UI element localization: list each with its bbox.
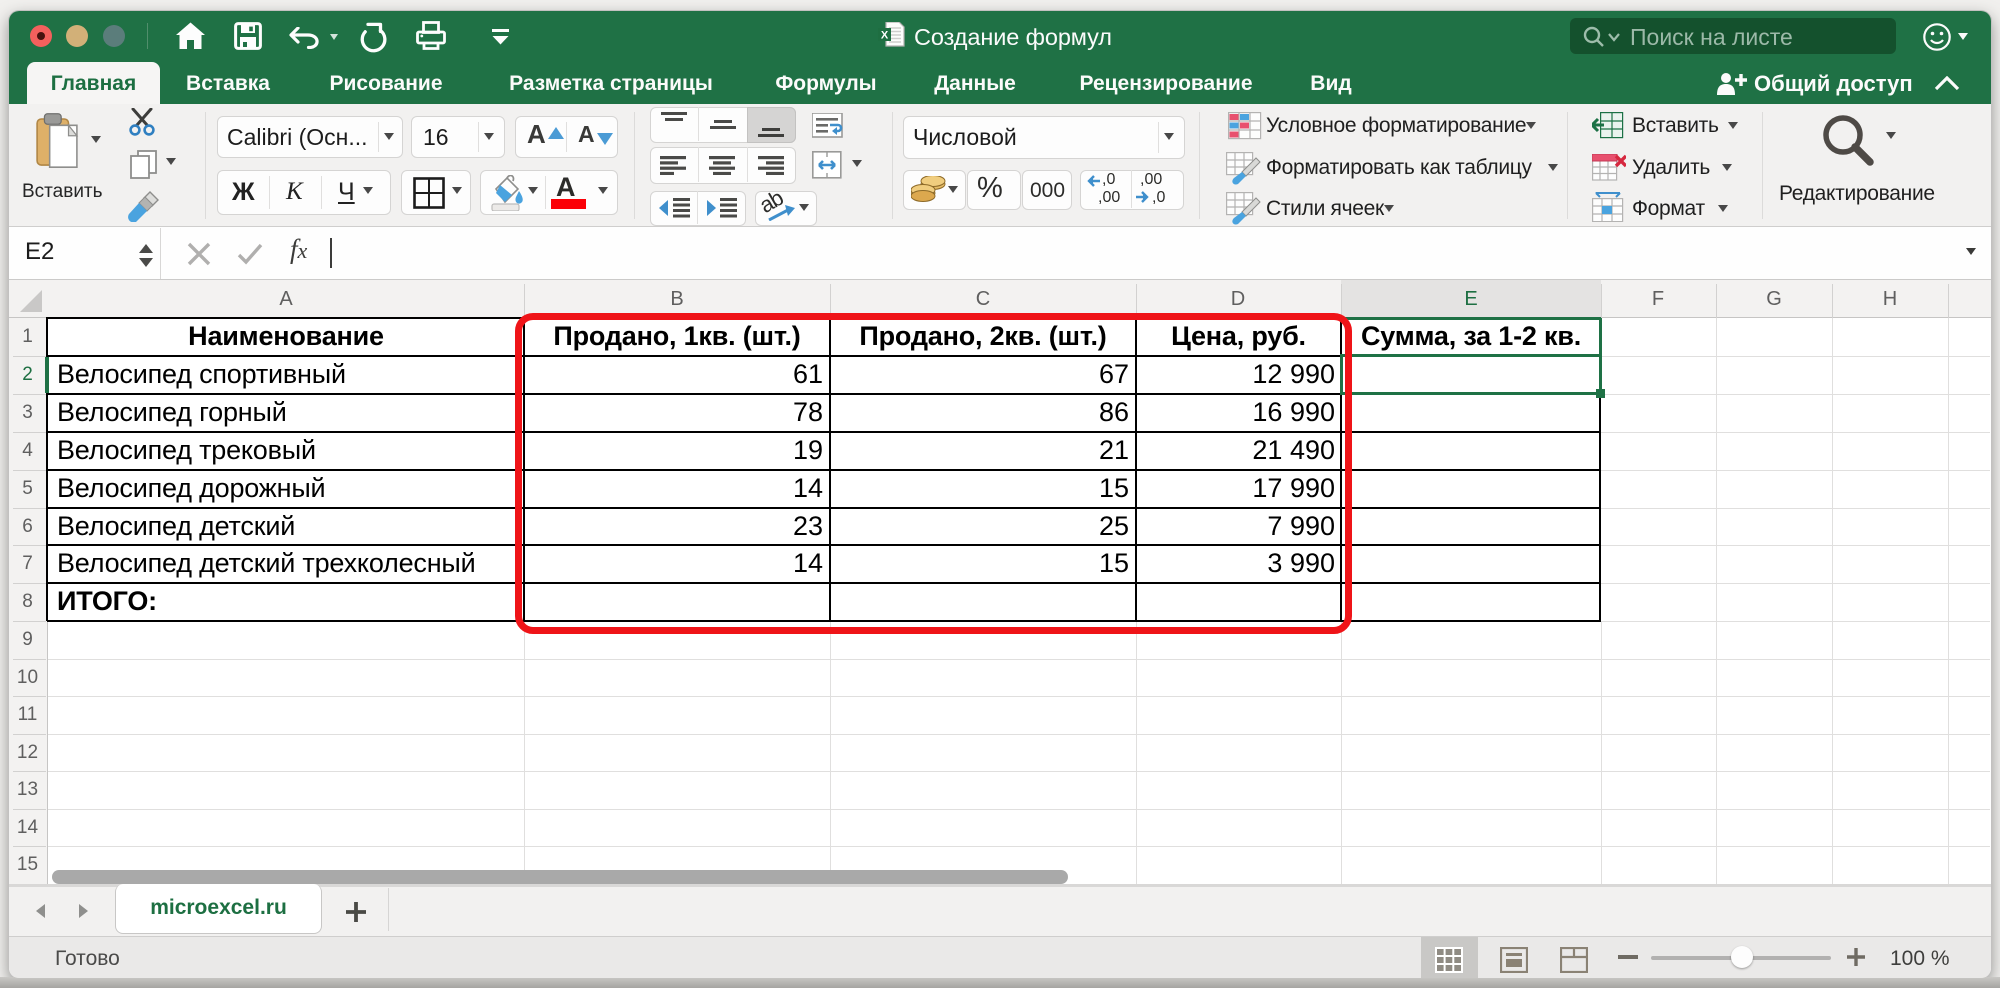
svg-text:X: X: [881, 30, 889, 42]
